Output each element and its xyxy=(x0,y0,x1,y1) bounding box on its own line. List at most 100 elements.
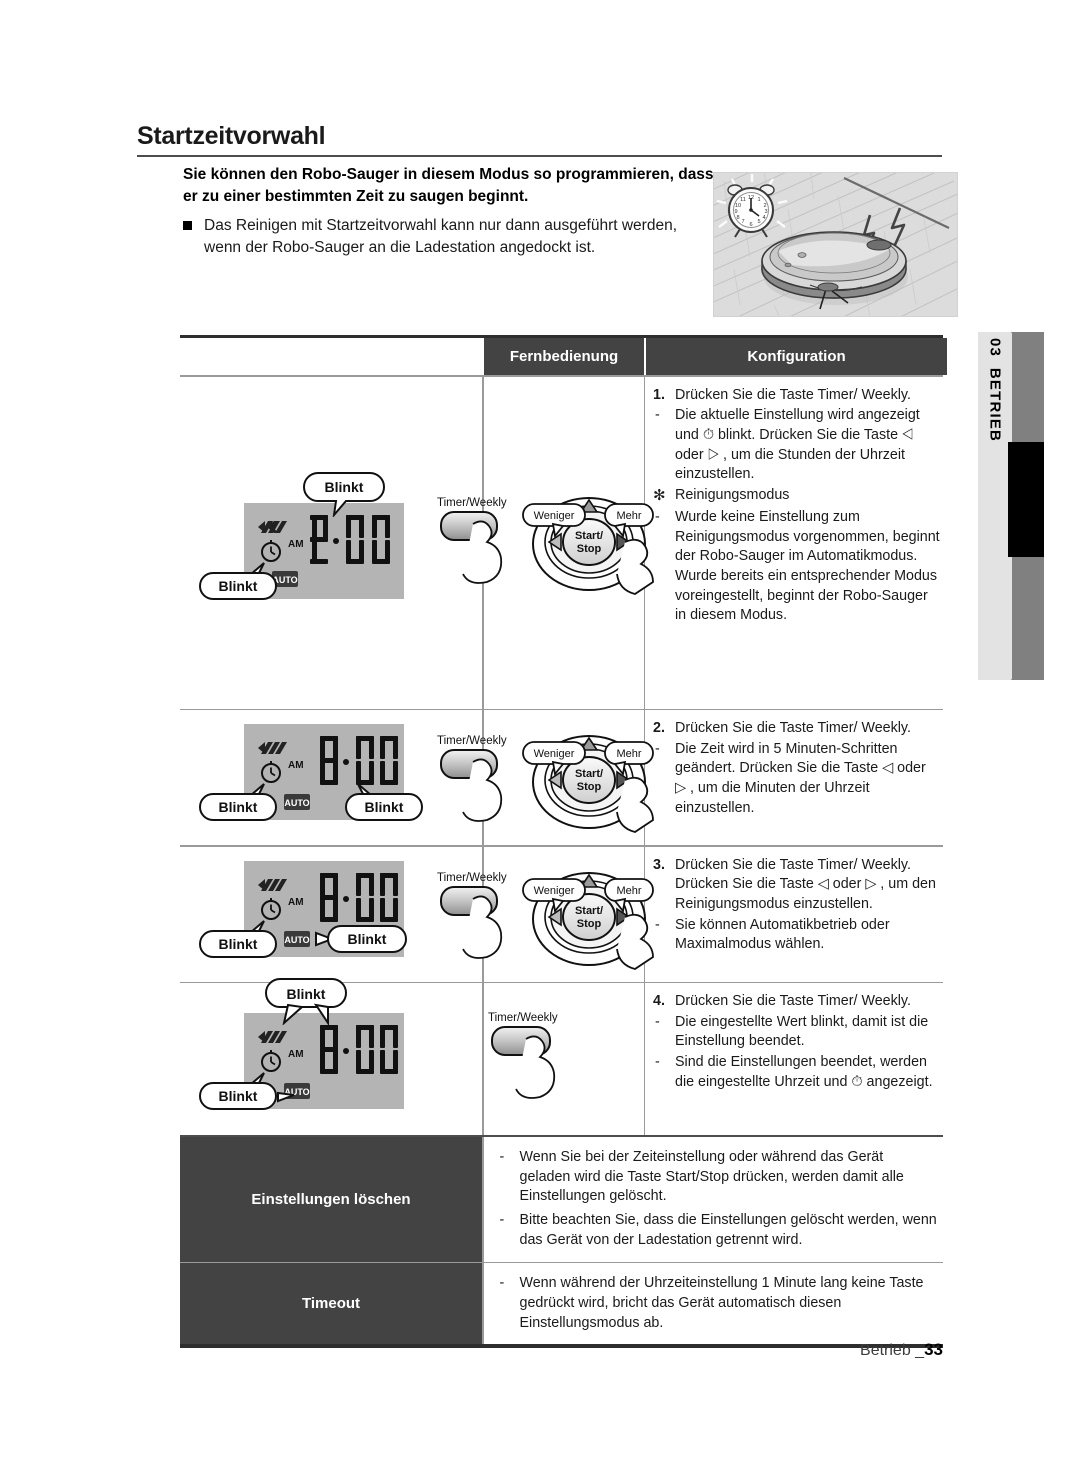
intro-bullet: Das Reinigen mit Startzeitvorwahl kann n… xyxy=(183,215,718,260)
list-item: - Bitte beachten Sie, dass die Einstellu… xyxy=(498,1211,938,1250)
row4-config-cell: 4. Drücken Sie die Taste Timer/ Weekly. … xyxy=(645,983,946,1135)
table-header-row: Fernbedienung Konfiguration xyxy=(180,338,947,375)
svg-text:Start/: Start/ xyxy=(574,768,602,780)
timer-weekly-label: Timer/Weekly xyxy=(437,497,507,509)
table-row: AM xyxy=(180,978,946,1135)
remote-illustration-2: Timer/Weekly Start/ Stop Weniger Mehr xyxy=(429,720,679,841)
item-text: Drücken Sie die Taste Timer/ Weekly. xyxy=(675,993,911,1009)
item-text: Sie können Automatikbetrieb oder Maximal… xyxy=(675,916,890,953)
item-text: Drücken Sie die Taste Timer/ Weekly. Drü… xyxy=(675,856,936,912)
section-tab: 03 BETRIEB xyxy=(978,332,1012,680)
svg-text:6: 6 xyxy=(749,222,752,228)
callout-blinkt-top: Blinkt xyxy=(258,977,354,1030)
manual-page: 03 BETRIEB Startzeitvorwahl Sie können d… xyxy=(0,0,1080,1472)
list-item: - Wenn während der Uhrzeiteinstellung 1 … xyxy=(498,1274,938,1333)
list-item: 1. Drücken Sie die Taste Timer/ Weekly. xyxy=(653,386,940,406)
list-item: - Sie können Automatikbetrieb oder Maxim… xyxy=(653,916,940,955)
table-row: AM xyxy=(180,710,943,845)
item-marker: 2. xyxy=(653,720,665,736)
callout-bubble-svg: Blinkt xyxy=(199,783,277,821)
item-marker: - xyxy=(655,407,660,424)
item-text: Die aktuelle Einstellung wird angezeigt … xyxy=(675,407,920,483)
list-item: - Sind die Einstellungen beendet, werden… xyxy=(653,1053,940,1092)
svg-text:Stop: Stop xyxy=(576,781,601,793)
svg-text:Weniger: Weniger xyxy=(533,510,574,522)
svg-text:Start/: Start/ xyxy=(574,530,602,542)
remote-control-svg: Timer/Weekly Start/ Stop Weniger Mehr xyxy=(437,735,654,833)
svg-text:Timer/Weekly: Timer/Weekly xyxy=(437,872,507,884)
svg-text:Timer/Weekly: Timer/Weekly xyxy=(488,1012,558,1024)
callout-blinkt-time: Blinkt xyxy=(332,780,428,829)
item-text: Wurde keine Einstellung zum Reinigungsmo… xyxy=(675,508,940,624)
item-marker: - xyxy=(499,1275,505,1292)
list-item: 2. Drücken Sie die Taste Timer/ Weekly. xyxy=(653,719,940,739)
section-tab-label: BETRIEB xyxy=(986,367,1004,443)
header-cell-config: Konfiguration xyxy=(646,338,947,375)
item-marker: ✻ xyxy=(653,487,666,505)
list-item: 3. Drücken Sie die Taste Timer/ Weekly. … xyxy=(653,856,940,915)
svg-text:Mehr: Mehr xyxy=(616,510,641,522)
item-marker: 3. xyxy=(653,856,665,873)
svg-text:Blinkt: Blinkt xyxy=(325,479,364,495)
lcd-illustration-1: AM AUTO Blinkt Blinkt xyxy=(199,471,456,611)
remote-control-simple-svg: Timer/Weekly xyxy=(488,1012,558,1099)
remote-illustration-3: Timer/Weekly Start/ Stop Weniger Mehr xyxy=(429,857,679,978)
remote-control-svg: Timer/Weekly Start/ Stop Weniger Mehr xyxy=(437,496,654,595)
am-indicator: AM xyxy=(288,760,304,771)
row1-remote-cell: Timer/Weekly Start/ Stop Weniger Mehr xyxy=(437,377,654,709)
item-marker: - xyxy=(499,1212,505,1229)
page-title-block: Startzeitvorwahl xyxy=(137,122,942,157)
svg-text:5: 5 xyxy=(757,219,760,225)
footer-page-number: 33 xyxy=(924,1340,943,1359)
section-tab-number: 03 xyxy=(986,338,1004,358)
list-item: - Die aktuelle Einstellung wird angezeig… xyxy=(653,406,940,485)
callout-bubble-svg: Blinkt xyxy=(303,471,385,518)
page-footer: Betrieb _33 xyxy=(0,1340,943,1360)
am-indicator: AM xyxy=(288,897,304,908)
svg-text:10: 10 xyxy=(735,203,741,209)
item-text: Wenn während der Uhrzeiteinstellung 1 Mi… xyxy=(519,1275,924,1331)
row1-config-cell: 1. Drücken Sie die Taste Timer/ Weekly. … xyxy=(645,377,946,709)
footer-label: Betrieb _ xyxy=(860,1342,925,1359)
item-text: Drücken Sie die Taste Timer/ Weekly. xyxy=(675,386,911,403)
callout-bubble-svg: Blinkt xyxy=(199,561,277,600)
svg-text:Blinkt: Blinkt xyxy=(365,799,404,815)
row4-display-cell: AM AUTO Blinkt Blinkt xyxy=(180,978,482,1135)
svg-text:Blinkt: Blinkt xyxy=(219,1088,258,1104)
svg-text:Blinkt: Blinkt xyxy=(219,799,258,815)
list-item: ✻ Reinigungsmodus xyxy=(653,486,940,507)
svg-text:Stop: Stop xyxy=(576,918,601,930)
am-indicator: AM xyxy=(288,1049,304,1060)
header-cell-remote: Fernbedienung xyxy=(484,338,644,375)
row3-config-cell: 3. Drücken Sie die Taste Timer/ Weekly. … xyxy=(645,847,946,982)
item-marker: - xyxy=(655,740,660,757)
list-item: - Wurde keine Einstellung zum Reinigungs… xyxy=(653,508,940,626)
svg-text:Mehr: Mehr xyxy=(616,885,641,897)
table-row: AM xyxy=(180,376,946,709)
table-row: Timeout - Wenn während der Uhrzeiteinste… xyxy=(180,1263,943,1345)
row3-remote-cell: Timer/Weekly Start/ Stop Weniger Mehr xyxy=(437,847,654,982)
robot-vacuum-scene-svg: 1212 345 678 91011 xyxy=(714,173,957,316)
item-marker: 4. xyxy=(653,993,665,1009)
callout-bubble-svg: Blinkt xyxy=(345,783,423,821)
item-marker: - xyxy=(499,1149,505,1165)
item-marker: - xyxy=(655,508,660,525)
svg-text:Blinkt: Blinkt xyxy=(348,931,387,947)
svg-text:Blinkt: Blinkt xyxy=(287,986,326,1002)
callout-bubble-svg: Blinkt xyxy=(315,924,407,953)
list-item: - Die Zeit wird in 5 Minuten-Schritten g… xyxy=(653,740,940,819)
svg-text:1: 1 xyxy=(757,197,760,203)
callout-blinkt-clock: Blinkt xyxy=(194,780,290,829)
label-cell-timeout: Timeout xyxy=(180,1263,482,1345)
label-cell-clear-settings: Einstellungen löschen xyxy=(180,1137,482,1262)
svg-text:Weniger: Weniger xyxy=(533,748,574,760)
item-marker: - xyxy=(655,916,660,933)
square-bullet-icon xyxy=(183,221,192,230)
item-text: Wenn Sie bei der Zeiteinstellung oder wä… xyxy=(519,1149,904,1205)
item-text: Bitte beachten Sie, dass die Einstellung… xyxy=(519,1212,937,1248)
lcd-illustration-2: AM AUTO Blinkt Blinkt xyxy=(199,720,456,838)
remote-illustration-1: Timer/Weekly Start/ Stop Weniger Mehr xyxy=(429,482,679,603)
svg-text:Blinkt: Blinkt xyxy=(219,936,258,952)
item-marker: 1. xyxy=(653,386,665,403)
callout-bubble-svg: Blinkt xyxy=(199,1072,295,1110)
